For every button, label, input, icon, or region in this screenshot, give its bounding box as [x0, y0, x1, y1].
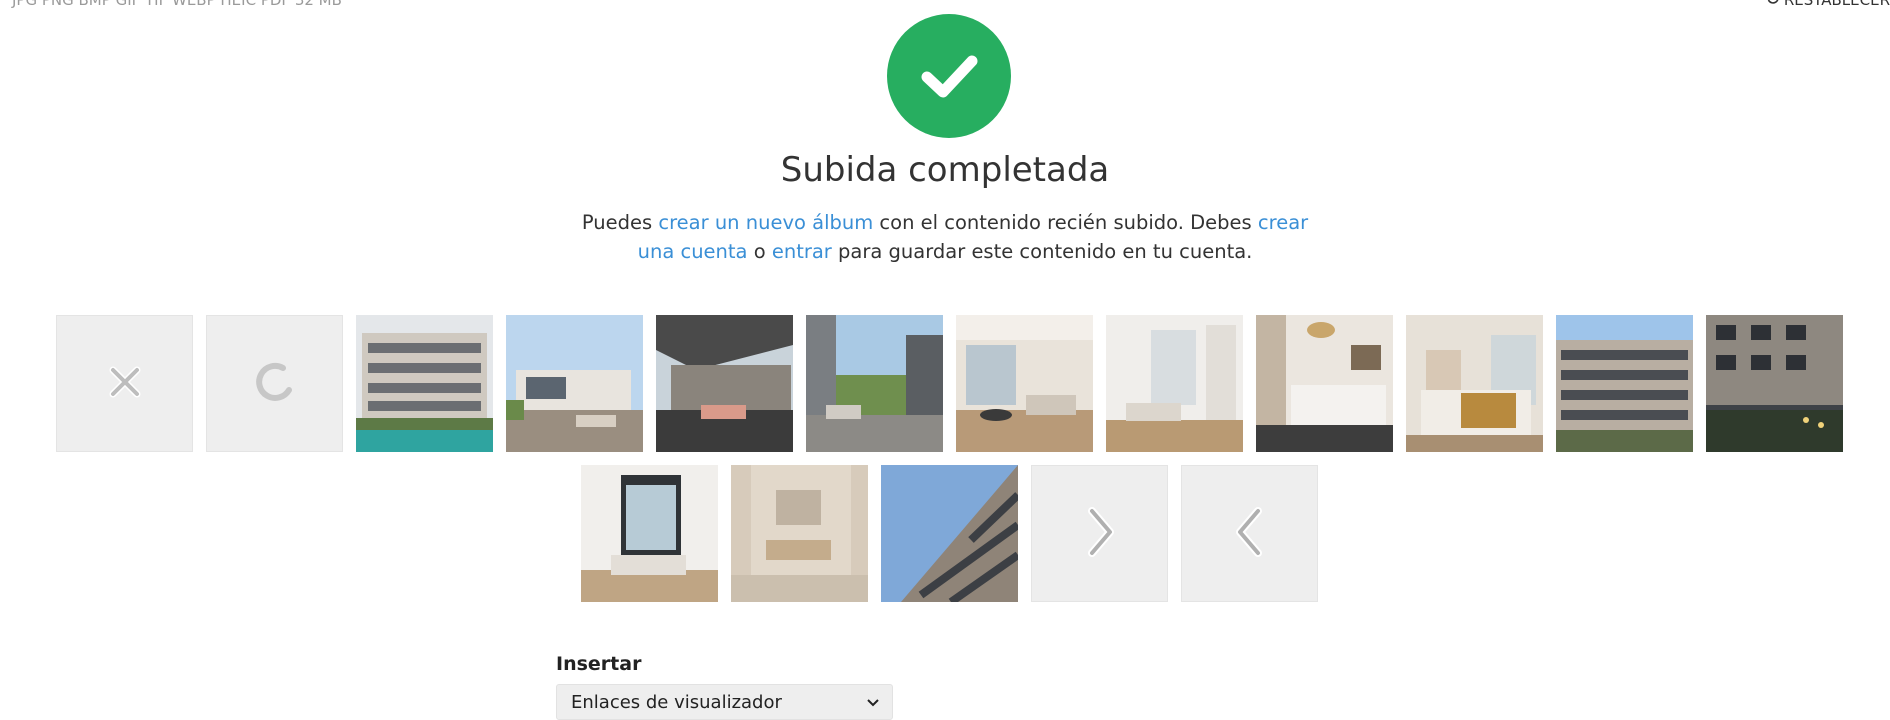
thumbnail-image[interactable]	[881, 465, 1018, 602]
thumbnail-error[interactable]	[56, 315, 193, 452]
thumbnail-image[interactable]	[956, 315, 1093, 452]
living-room-image	[956, 315, 1093, 452]
page-title: Subida completada	[780, 150, 1110, 190]
living-room-window-image	[581, 465, 718, 602]
bedroom-warm-image	[1406, 315, 1543, 452]
thumbnail-image[interactable]	[731, 465, 868, 602]
thumbnail-image[interactable]	[356, 315, 493, 452]
thumbnail-image[interactable]	[1256, 315, 1393, 452]
thumbnail-image[interactable]	[581, 465, 718, 602]
reset-label: RESTABLECER	[1783, 0, 1890, 9]
chevron-down-icon	[866, 692, 880, 713]
reset-button[interactable]: RESTABLECER	[1766, 0, 1890, 9]
previous-button[interactable]	[1181, 465, 1318, 602]
bedroom-image	[1256, 315, 1393, 452]
thumbnail-image[interactable]	[1406, 315, 1543, 452]
close-icon	[105, 362, 145, 406]
thumbnail-image[interactable]	[656, 315, 793, 452]
garden-patio-image	[806, 315, 943, 452]
undo-icon	[1766, 0, 1780, 9]
thumbnail-image[interactable]	[806, 315, 943, 452]
insert-selected-value: Enlaces de visualizador	[571, 691, 782, 713]
check-circle-icon	[887, 14, 1011, 138]
thumbnail-image[interactable]	[1556, 315, 1693, 452]
building-with-pool-image	[356, 315, 493, 452]
login-link[interactable]: entrar	[772, 240, 832, 263]
rooftop-terrace-image	[506, 315, 643, 452]
insert-label: Insertar	[556, 653, 642, 675]
create-album-link[interactable]: crear un nuevo álbum	[658, 211, 873, 234]
building-facade-image	[1556, 315, 1693, 452]
living-room-double-height-image	[1106, 315, 1243, 452]
loading-spinner-icon	[255, 362, 295, 406]
thumbnail-image[interactable]	[1706, 315, 1843, 452]
chevron-left-icon	[1230, 505, 1270, 563]
upload-description: Puedes crear un nuevo álbum con el conte…	[581, 211, 1309, 263]
next-button[interactable]	[1031, 465, 1168, 602]
chevron-right-icon	[1080, 505, 1120, 563]
building-facade-night-image	[1706, 315, 1843, 452]
allowed-formats-text: JPG PNG BMP GIF TIF WEBP HEIC PDF 32 MB	[12, 0, 342, 9]
thumbnail-image[interactable]	[1106, 315, 1243, 452]
thumbnail-image[interactable]	[506, 315, 643, 452]
building-balconies-image	[881, 465, 1018, 602]
insert-select[interactable]: Enlaces de visualizador	[556, 684, 893, 720]
terrace-lounge-image	[656, 315, 793, 452]
thumbnail-loading[interactable]	[206, 315, 343, 452]
bathroom-image	[731, 465, 868, 602]
